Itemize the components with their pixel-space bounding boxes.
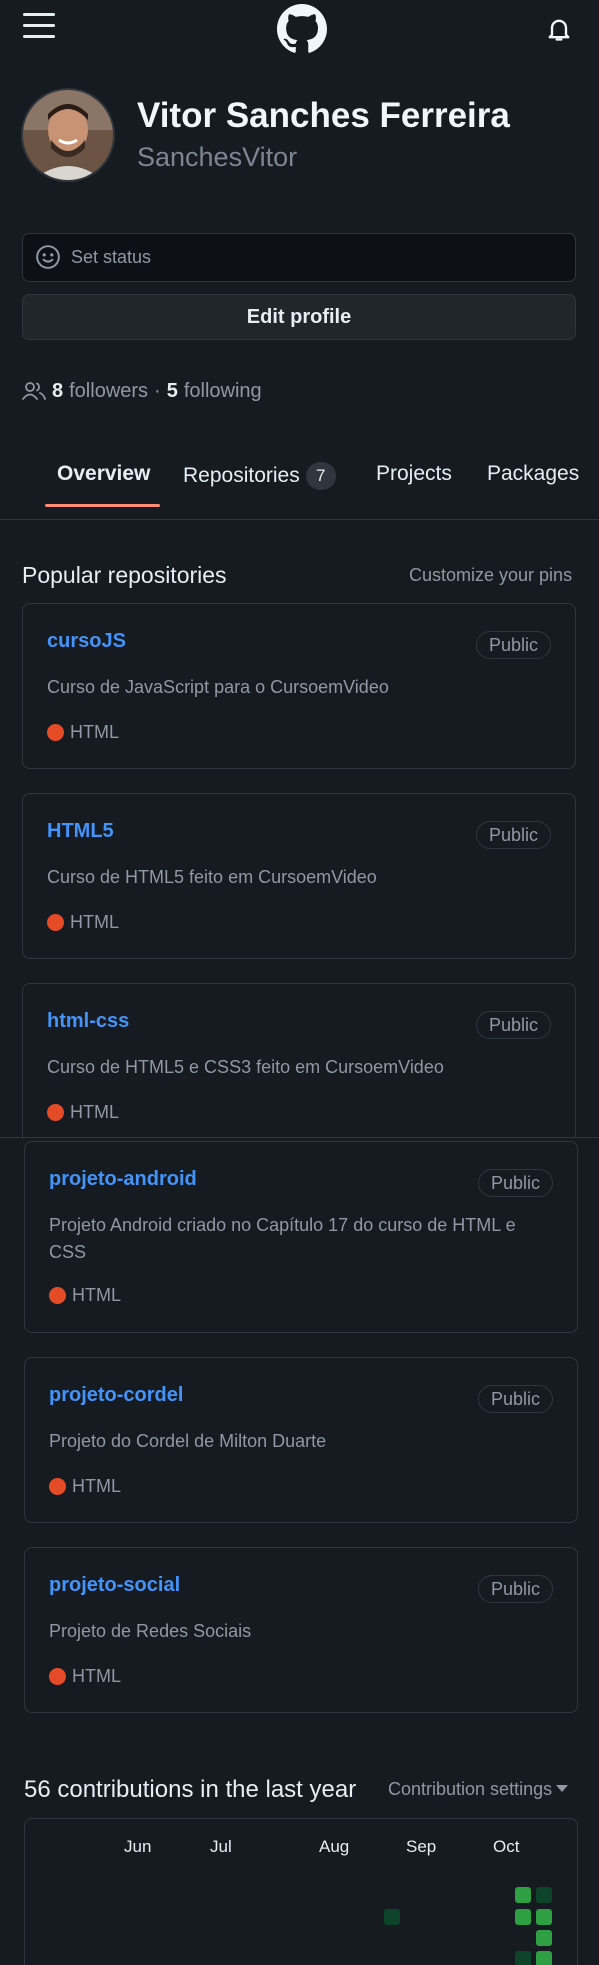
set-status-button[interactable]: Set status — [22, 233, 576, 282]
contribution-cell[interactable] — [384, 1909, 400, 1925]
repo-description: Projeto Android criado no Capítulo 17 do… — [49, 1215, 516, 1262]
language-color-dot — [49, 1478, 66, 1495]
repo-language: HTML — [47, 912, 119, 933]
visibility-badge: Public — [475, 821, 551, 849]
contribution-cell[interactable] — [536, 1930, 552, 1946]
repo-name-link[interactable]: projeto-android — [49, 1168, 197, 1191]
repo-card[interactable]: projeto-social Public Projeto de Redes S… — [24, 1547, 578, 1713]
repo-card[interactable]: HTML5 Public Curso de HTML5 feito em Cur… — [22, 793, 576, 959]
tab-overview[interactable]: Overview — [57, 462, 150, 486]
repo-description: Curso de HTML5 feito em CursoemVideo — [47, 867, 377, 887]
repo-description: Projeto de Redes Sociais — [49, 1621, 252, 1641]
repo-card[interactable]: projeto-android Public Projeto Android c… — [24, 1141, 578, 1333]
visibility-badge: Public — [477, 1169, 553, 1197]
active-tab-indicator — [45, 504, 160, 507]
repo-card[interactable]: projeto-cordel Public Projeto do Cordel … — [24, 1357, 578, 1523]
followers-link[interactable]: followers — [69, 380, 148, 403]
language-label: HTML — [72, 1666, 121, 1686]
visibility-badge: Public — [475, 631, 551, 659]
section-divider — [0, 1137, 599, 1138]
popular-repositories-heading: Popular repositories — [22, 562, 227, 588]
follow-stats: 8 followers · 5 following — [22, 378, 262, 404]
repositories-counter: 7 — [305, 462, 336, 490]
visibility-badge: Public — [477, 1385, 553, 1413]
set-status-label: Set status — [71, 247, 152, 267]
followers-count[interactable]: 8 — [52, 380, 63, 403]
repo-language: HTML — [47, 722, 119, 743]
repo-language: HTML — [47, 1102, 119, 1123]
repo-name-link[interactable]: HTML5 — [47, 820, 114, 843]
edit-profile-button[interactable]: Edit profile — [22, 294, 576, 340]
top-header — [0, 0, 599, 55]
month-label: Sep — [406, 1837, 437, 1856]
repo-description: Curso de JavaScript para o CursoemVideo — [47, 677, 389, 697]
repo-name-link[interactable]: projeto-social — [49, 1574, 180, 1597]
profile-username: SanchesVitor — [137, 142, 298, 172]
repo-description: Projeto do Cordel de Milton Duarte — [49, 1431, 327, 1451]
contribution-cell[interactable] — [515, 1951, 531, 1965]
language-color-dot — [47, 1104, 64, 1121]
follow-separator: · — [154, 379, 161, 402]
caret-down-icon — [556, 1785, 569, 1792]
language-color-dot — [47, 724, 64, 741]
contribution-settings-dropdown[interactable]: Contribution settings — [388, 1779, 569, 1800]
language-label: HTML — [70, 1102, 119, 1122]
profile-tabs: Overview Repositories 7 Projects Packages — [0, 450, 599, 520]
language-label: HTML — [72, 1476, 121, 1496]
repo-language: HTML — [49, 1666, 121, 1687]
contribution-settings-label: Contribution settings — [388, 1779, 553, 1799]
contribution-cell[interactable] — [536, 1951, 552, 1965]
contributions-heading: 56 contributions in the last year — [24, 1776, 357, 1803]
bell-icon[interactable] — [545, 14, 573, 44]
contribution-graph: Jun Jul Aug Sep Oct — [24, 1818, 578, 1965]
month-label: Oct — [493, 1837, 520, 1856]
visibility-badge: Public — [475, 1011, 551, 1039]
month-label: Jul — [210, 1837, 232, 1856]
customize-pins-link[interactable]: Customize your pins — [409, 565, 572, 586]
language-color-dot — [47, 914, 64, 931]
tab-repositories[interactable]: Repositories 7 — [183, 462, 336, 490]
hamburger-icon[interactable] — [23, 13, 55, 39]
contribution-cell[interactable] — [515, 1909, 531, 1925]
repo-name-link[interactable]: html-css — [47, 1010, 129, 1033]
profile-full-name: Vitor Sanches Ferreira — [137, 96, 510, 135]
repo-description: Curso de HTML5 e CSS3 feito em CursoemVi… — [47, 1057, 444, 1077]
repo-language: HTML — [49, 1285, 121, 1306]
contribution-cell[interactable] — [536, 1909, 552, 1925]
repo-language: HTML — [49, 1476, 121, 1497]
people-icon — [22, 382, 46, 400]
following-count[interactable]: 5 — [167, 380, 178, 403]
month-label: Jun — [124, 1837, 152, 1856]
contribution-cell[interactable] — [536, 1887, 552, 1903]
tab-projects[interactable]: Projects — [376, 462, 452, 486]
month-label: Aug — [319, 1837, 350, 1856]
smiley-icon — [36, 245, 60, 269]
visibility-badge: Public — [477, 1575, 553, 1603]
repo-name-link[interactable]: projeto-cordel — [49, 1384, 183, 1407]
following-link[interactable]: following — [184, 380, 262, 403]
repo-card[interactable]: html-css Public Curso de HTML5 e CSS3 fe… — [22, 983, 576, 1138]
language-label: HTML — [70, 722, 119, 742]
language-color-dot — [49, 1668, 66, 1685]
language-color-dot — [49, 1287, 66, 1304]
tab-packages[interactable]: Packages — [487, 462, 579, 486]
avatar[interactable] — [21, 88, 115, 182]
contribution-cell[interactable] — [515, 1887, 531, 1903]
github-logo-icon[interactable] — [277, 4, 327, 54]
language-label: HTML — [70, 912, 119, 932]
tab-repositories-label: Repositories — [183, 464, 300, 487]
repo-name-link[interactable]: cursoJS — [47, 630, 126, 653]
language-label: HTML — [72, 1285, 121, 1305]
repo-card[interactable]: cursoJS Public Curso de JavaScript para … — [22, 603, 576, 769]
